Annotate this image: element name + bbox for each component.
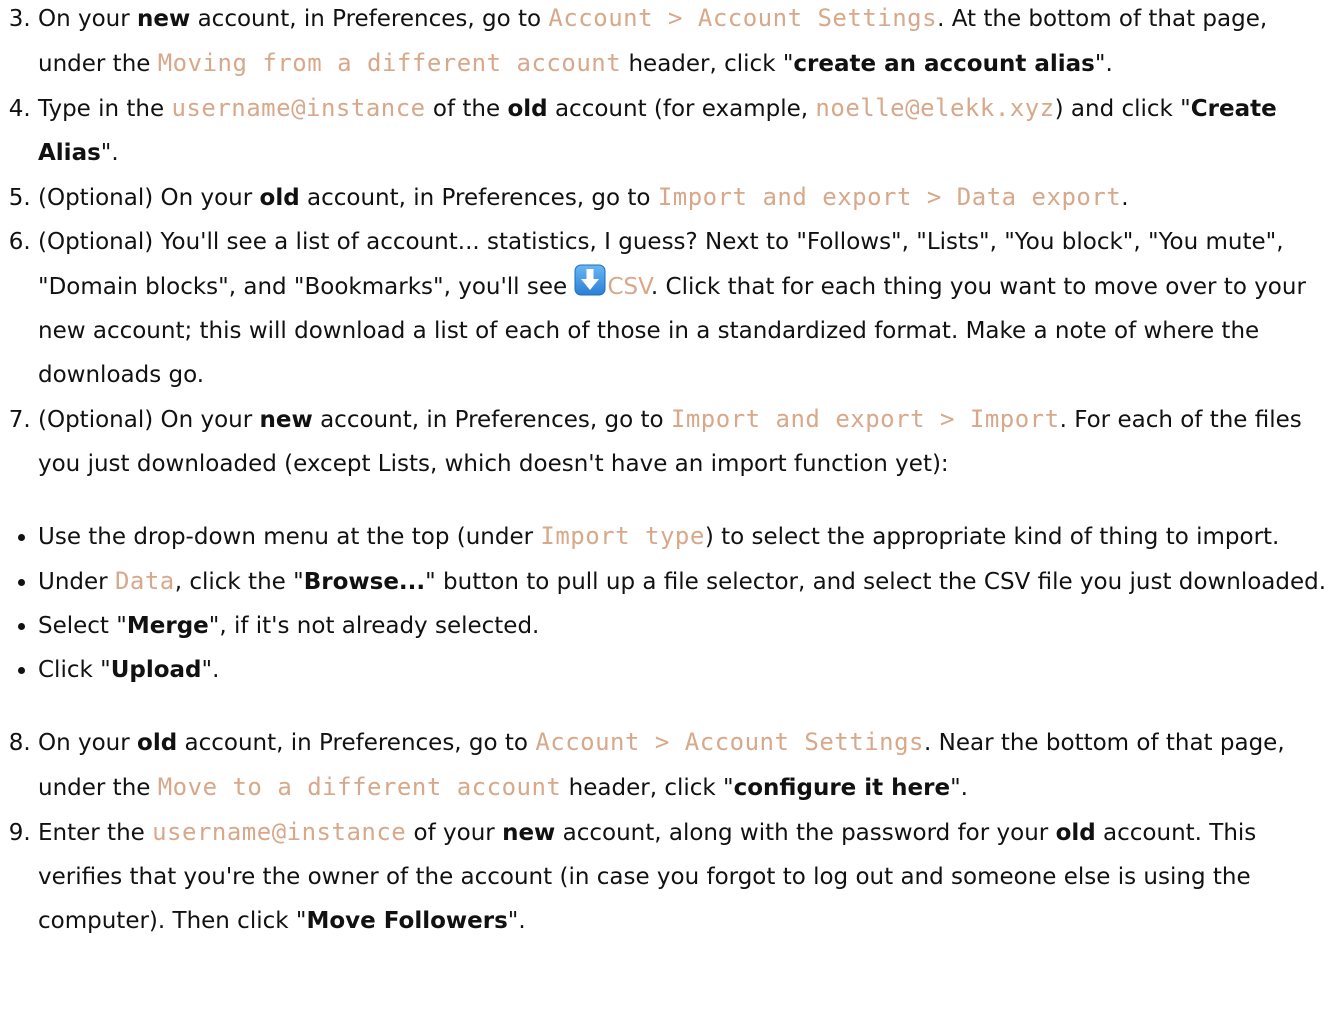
step-3: On your new account, in Preferences, go … <box>38 0 1327 86</box>
code-handle: username@instance <box>152 818 407 846</box>
bold-text: new <box>137 6 191 32</box>
step-7: (Optional) On your new account, in Prefe… <box>38 397 1327 486</box>
code-header: Moving from a different account <box>157 49 622 77</box>
substep-browse: Under Data, click the "Browse..." button… <box>38 559 1327 604</box>
code-example: noelle@elekk.xyz <box>815 94 1055 122</box>
code-path: Import and export > Data export <box>657 183 1122 211</box>
code-path: Import and export > Import <box>670 405 1060 433</box>
bold-text: old <box>137 730 178 756</box>
substep-merge: Select "Merge", if it's not already sele… <box>38 604 1327 648</box>
step-8: On your old account, in Preferences, go … <box>38 720 1327 810</box>
bold-text: Upload <box>110 657 202 683</box>
step-4: Type in the username@instance of the old… <box>38 86 1327 175</box>
step-5: (Optional) On your old account, in Prefe… <box>38 175 1327 220</box>
bold-text: new <box>502 820 556 846</box>
step-9: Enter the username@instance of your new … <box>38 810 1327 943</box>
code-handle: username@instance <box>171 94 426 122</box>
substep-import-type: Use the drop-down menu at the top (under… <box>38 514 1327 559</box>
steps-list-top: On your new account, in Preferences, go … <box>0 0 1335 486</box>
import-substeps-list: Use the drop-down menu at the top (under… <box>0 514 1335 692</box>
bold-text: Merge <box>126 613 209 639</box>
step-6: (Optional) You'll see a list of account.… <box>38 220 1327 397</box>
code-field: Import type <box>540 522 705 550</box>
download-arrow-icon[interactable] <box>574 264 606 296</box>
code-path: Account > Account Settings <box>535 728 924 756</box>
bold-text: old <box>1055 820 1096 846</box>
code-header: Move to a different account <box>157 773 562 801</box>
substep-upload: Click "Upload". <box>38 648 1327 692</box>
instructions-page: On your new account, in Preferences, go … <box>0 0 1335 1023</box>
bold-text: create an account alias <box>793 51 1095 77</box>
code-field: Data <box>114 567 175 595</box>
bold-text: old <box>507 96 548 122</box>
bold-text: new <box>259 407 313 433</box>
bold-text: configure it here <box>733 775 951 801</box>
csv-download-link[interactable]: CSV <box>607 274 650 300</box>
bold-text: Browse... <box>303 569 426 595</box>
steps-list-bottom: On your old account, in Preferences, go … <box>0 720 1335 943</box>
bold-text: old <box>259 185 300 211</box>
bold-text: Move Followers <box>306 908 508 934</box>
code-path: Account > Account Settings <box>548 4 938 32</box>
